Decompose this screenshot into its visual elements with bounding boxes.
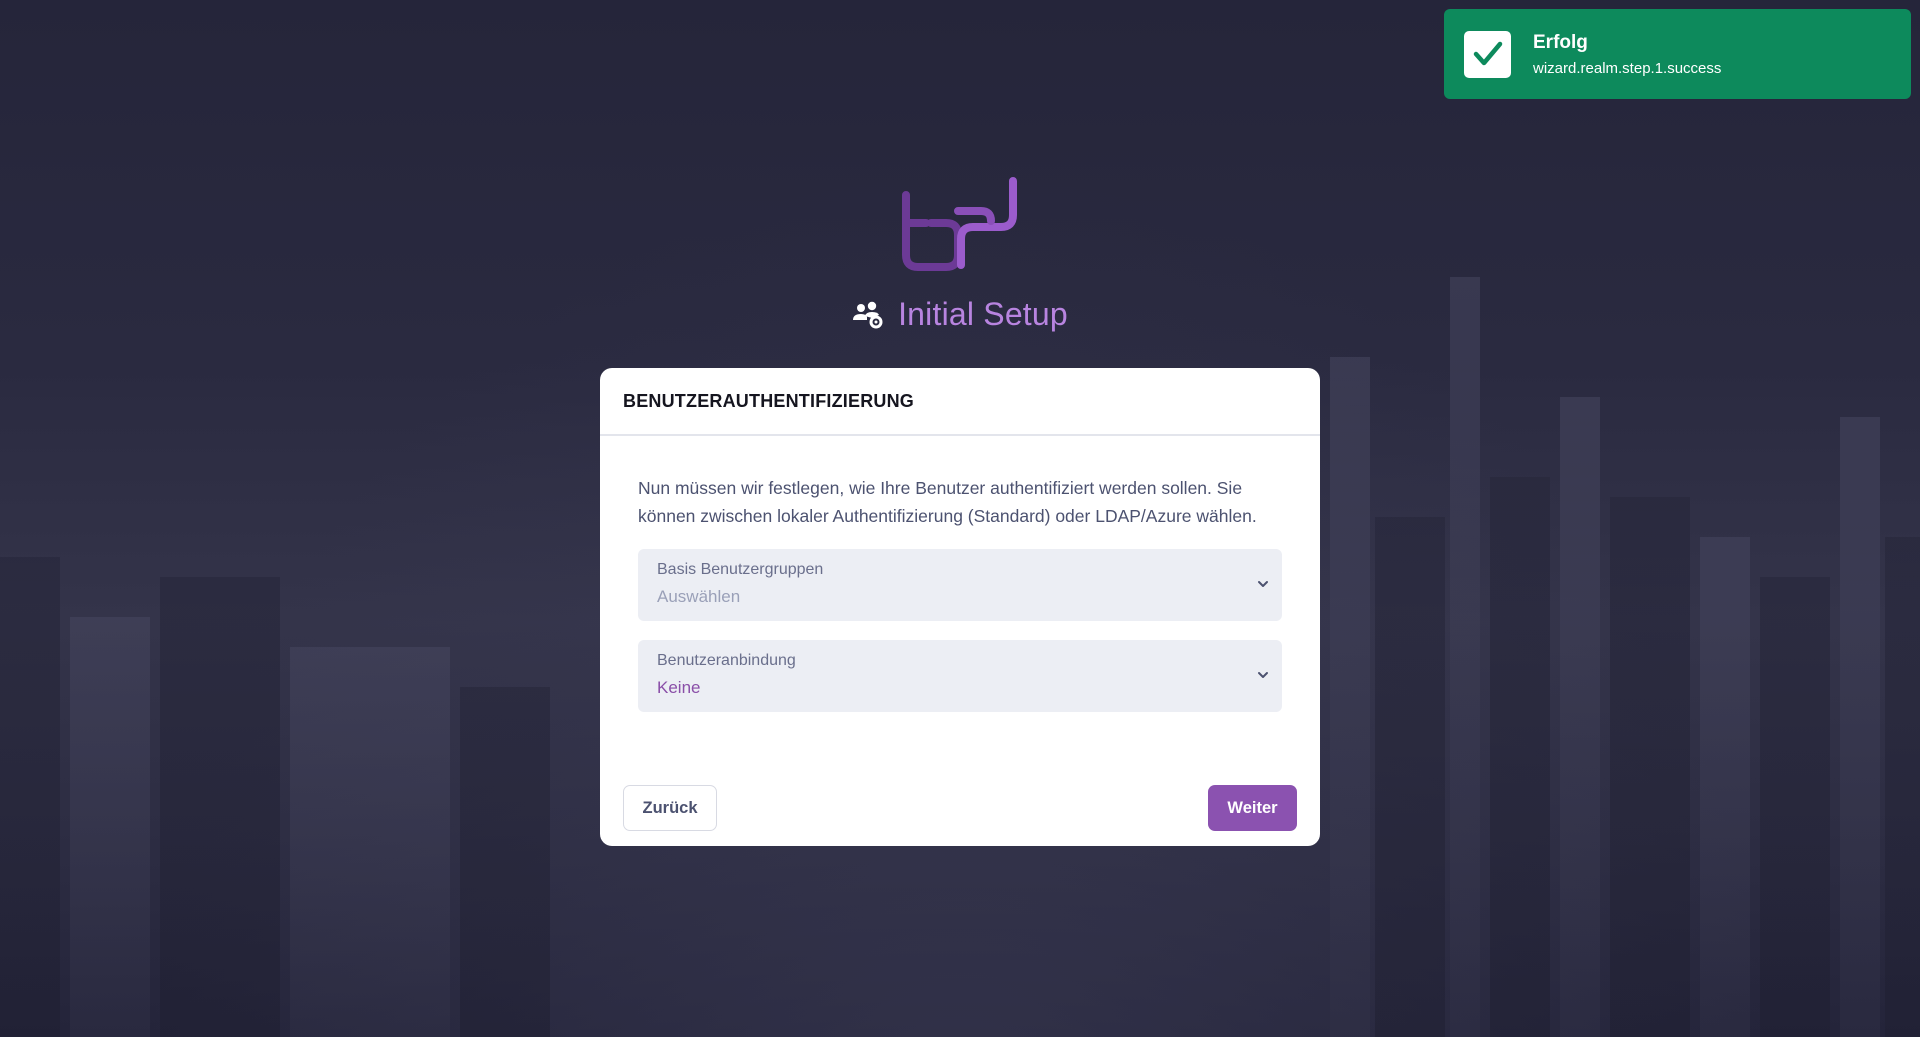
page-header: Initial Setup xyxy=(0,296,1920,333)
field-label: Benutzeranbindung xyxy=(657,652,796,669)
card-title: BENUTZERAUTHENTIFIZIERUNG xyxy=(623,390,914,411)
card-body: Nun müssen wir festlegen, wie Ihre Benut… xyxy=(600,436,1320,712)
base-user-groups-select[interactable]: Basis Benutzergruppen Auswählen xyxy=(638,549,1282,621)
setup-card: BENUTZERAUTHENTIFIZIERUNG Nun müssen wir… xyxy=(600,368,1320,846)
chevron-down-icon xyxy=(1256,577,1270,591)
check-icon xyxy=(1464,30,1511,78)
toast-title: Erfolg xyxy=(1533,31,1588,53)
intro-text: Nun müssen wir festlegen, wie Ihre Benut… xyxy=(638,478,1257,526)
field-label: Basis Benutzergruppen xyxy=(657,561,824,578)
user-binding-select[interactable]: Benutzeranbindung Keine xyxy=(638,640,1282,712)
page-title: Initial Setup xyxy=(898,296,1068,332)
users-gear-icon xyxy=(852,300,884,330)
field-value: Keine xyxy=(657,678,701,697)
brand-logo xyxy=(901,175,1021,275)
chevron-down-icon xyxy=(1256,668,1270,682)
card-header: BENUTZERAUTHENTIFIZIERUNG xyxy=(600,368,1320,436)
next-button[interactable]: Weiter xyxy=(1208,785,1297,831)
card-footer: Zurück Weiter xyxy=(623,785,1297,831)
field-value: Auswählen xyxy=(657,587,741,606)
toast-message: wizard.realm.step.1.success xyxy=(1533,59,1722,77)
success-toast[interactable]: Erfolg wizard.realm.step.1.success xyxy=(1444,9,1911,99)
back-button[interactable]: Zurück xyxy=(623,785,717,831)
